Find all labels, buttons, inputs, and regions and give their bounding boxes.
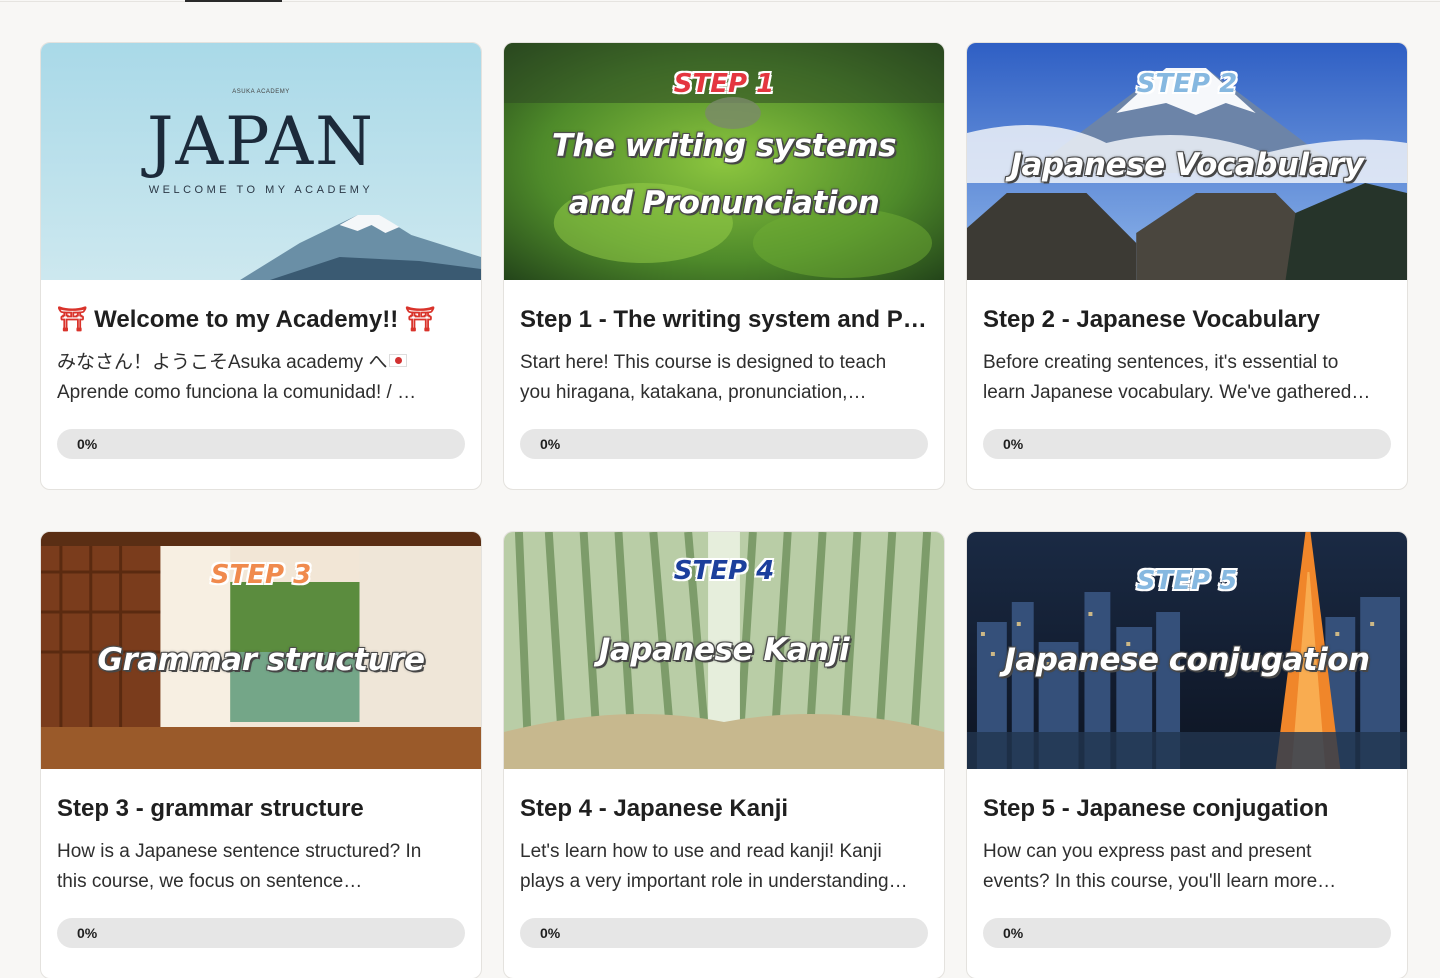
course-description-line: plays a very important role in understan…	[520, 871, 908, 892]
course-description: How is a Japanese sentence structured? I…	[57, 837, 465, 897]
progress-label: 0%	[540, 925, 561, 941]
banner-step-label: STEP 3	[210, 560, 312, 590]
course-description: Start here! This course is designed to t…	[520, 348, 928, 408]
course-grid: ASUKA ACADEMY JAPAN WELCOME TO MY ACADEM…	[40, 42, 1408, 978]
course-progress-bar: 0%	[520, 429, 928, 459]
course-progress-bar: 0%	[983, 429, 1391, 459]
banner-step-label: STEP 5	[1136, 566, 1238, 596]
banner-headline: Japanese Kanji	[598, 632, 850, 668]
torii-icon: ⛩	[404, 306, 436, 333]
course-description-line: Start here! This course is designed to t…	[520, 352, 887, 373]
banner-step-label: STEP 1	[673, 69, 775, 99]
progress-label: 0%	[1003, 436, 1024, 452]
course-banner-step-4: STEP 4 Japanese Kanji	[504, 532, 944, 769]
course-progress-bar: 0%	[520, 918, 928, 948]
banner-step-label: STEP 4	[673, 556, 775, 586]
course-card-step-4[interactable]: STEP 4 Japanese Kanji Step 4 - Japanese …	[503, 531, 945, 978]
banner-headline: Japanese conjugation	[1004, 642, 1370, 678]
course-title-text: Welcome to my Academy!!	[94, 306, 399, 333]
banner-step-label: STEP 2	[1136, 69, 1238, 99]
banner-headline: Japanese Vocabulary	[1010, 147, 1364, 183]
course-progress-bar: 0%	[983, 918, 1391, 948]
progress-label: 0%	[1003, 925, 1024, 941]
japan-flag-icon	[389, 354, 408, 367]
course-title[interactable]: Step 1 - The writing system and P…	[520, 305, 928, 335]
course-description-line: Before creating sentences, it's essentia…	[983, 352, 1339, 373]
banner-headline: Grammar structure	[97, 642, 425, 678]
course-banner-step-5: STEP 5 Japanese conjugation	[967, 532, 1407, 769]
course-card-step-5[interactable]: STEP 5 Japanese conjugation Step 5 - Jap…	[966, 531, 1408, 978]
course-card-step-2[interactable]: STEP 2 Japanese Vocabulary Step 2 - Japa…	[966, 42, 1408, 490]
course-description-line: Aprende como funciona la comunidad! / …	[57, 382, 417, 403]
course-description: Let's learn how to use and read kanji! K…	[520, 837, 928, 897]
course-card-step-3[interactable]: STEP 3 Grammar structure Step 3 - gramma…	[40, 531, 482, 978]
course-description-line: みなさん！ようこそAsuka academy へ	[57, 348, 465, 378]
course-title[interactable]: ⛩ Welcome to my Academy!! ⛩	[57, 305, 465, 335]
course-banner-step-2: STEP 2 Japanese Vocabulary	[967, 43, 1407, 280]
banner-small-text: ASUKA ACADEMY	[232, 89, 290, 95]
course-description-line: this course, we focus on sentence…	[57, 871, 363, 892]
course-description-line: you hiragana, katakana, pronunciation,…	[520, 382, 867, 403]
course-progress-bar: 0%	[57, 918, 465, 948]
banner-welcome-text: WELCOME TO MY ACADEMY	[148, 184, 374, 196]
course-description: Before creating sentences, it's essentia…	[983, 348, 1391, 408]
course-description: How can you express past and present eve…	[983, 837, 1391, 897]
course-title[interactable]: Step 3 - grammar structure	[57, 794, 465, 824]
course-description: みなさん！ようこそAsuka academy へ Aprende como fu…	[57, 348, 465, 408]
course-title[interactable]: Step 4 - Japanese Kanji	[520, 794, 928, 824]
torii-icon: ⛩	[57, 306, 88, 333]
course-card-welcome[interactable]: ASUKA ACADEMY JAPAN WELCOME TO MY ACADEM…	[40, 42, 482, 490]
course-title[interactable]: Step 5 - Japanese conjugation	[983, 794, 1391, 824]
course-title[interactable]: Step 2 - Japanese Vocabulary	[983, 305, 1391, 335]
course-description-line: events? In this course, you'll learn mor…	[983, 871, 1337, 892]
course-banner-step-1: STEP 1 The writing systems and Pronuncia…	[504, 43, 944, 280]
progress-label: 0%	[77, 436, 98, 452]
progress-label: 0%	[77, 925, 98, 941]
banner-headline: The writing systems and Pronunciation	[551, 128, 897, 221]
course-progress-bar: 0%	[57, 429, 465, 459]
banner-japan-text: JAPAN	[147, 103, 375, 180]
progress-label: 0%	[540, 436, 561, 452]
course-banner-step-3: STEP 3 Grammar structure	[41, 532, 481, 769]
course-description-line: learn Japanese vocabulary. We've gathere…	[983, 382, 1371, 403]
course-card-step-1[interactable]: STEP 1 The writing systems and Pronuncia…	[503, 42, 945, 490]
active-tab-indicator	[185, 0, 282, 2]
course-description-line: How can you express past and present	[983, 841, 1312, 862]
course-banner-welcome: ASUKA ACADEMY JAPAN WELCOME TO MY ACADEM…	[41, 43, 481, 280]
course-description-line: How is a Japanese sentence structured? I…	[57, 841, 422, 862]
course-description-line: Let's learn how to use and read kanji! K…	[520, 841, 882, 862]
